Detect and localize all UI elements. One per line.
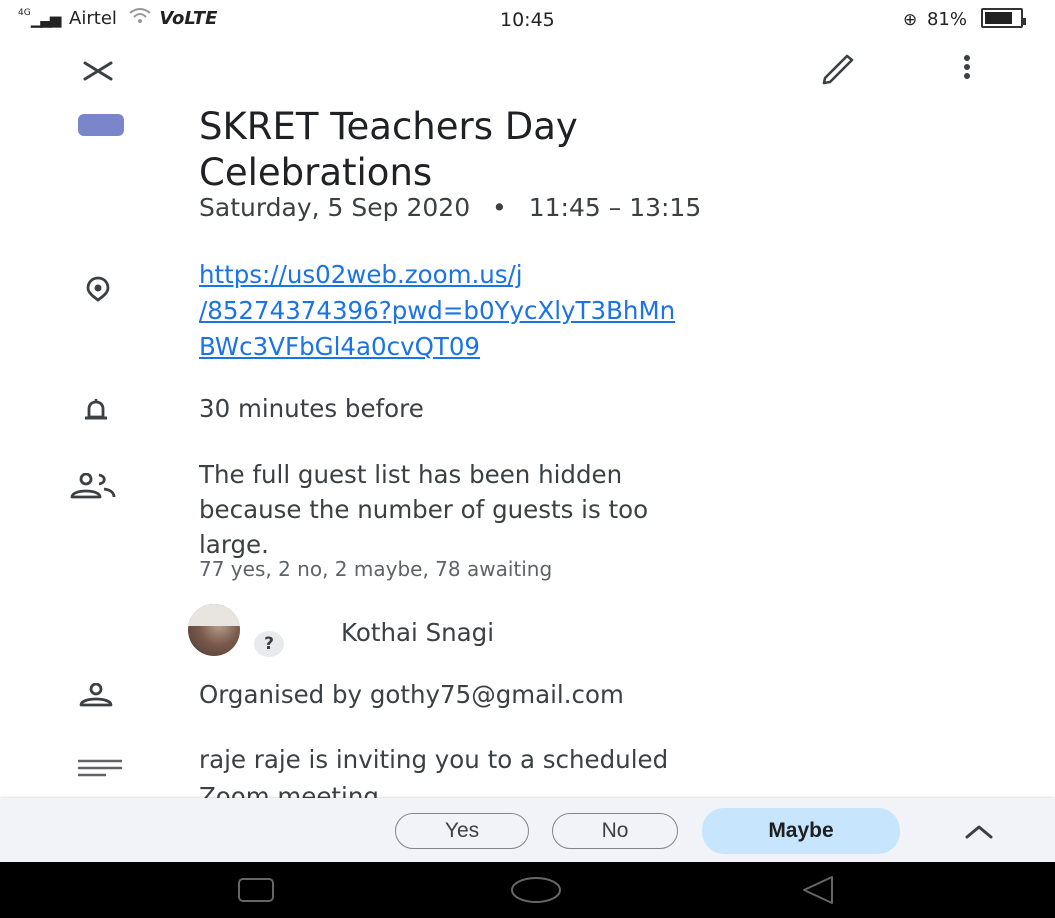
more-options-button[interactable] [955,52,979,84]
meeting-link-line-1[interactable]: https://us02web.zoom.us/j [199,257,675,293]
notes-icon [76,758,124,782]
event-time: 11:45 – 13:15 [528,193,702,222]
back-button[interactable] [800,874,836,906]
status-right: ⊕ 81% [903,8,1026,30]
description-line-2: Zoom meeting. [199,782,387,798]
meeting-link-line-2[interactable]: /85274374396?pwd=b0YycXlyT3BhMn [199,293,675,329]
close-button[interactable] [80,52,116,88]
home-button[interactable] [510,876,562,904]
reminder-text: 30 minutes before [199,394,424,423]
circle-icon [511,877,561,903]
rsvp-maybe-button[interactable]: Maybe [702,808,900,854]
alarm-lock-icon: ⊕ [903,10,918,30]
bell-icon [80,396,112,430]
event-date: Saturday, 5 Sep 2020 [199,193,471,222]
carrier-name: Airtel [69,8,117,29]
organizer-text: Organised by gothy75@gmail.com [199,680,624,709]
event-color-chip [78,114,124,136]
event-title-line-1: SKRET Teachers Day [199,105,578,148]
volte-label: VoLTE [159,8,218,29]
location-pin-icon [85,276,111,306]
more-vert-icon [964,55,970,79]
close-icon [83,61,113,81]
chevron-up-icon [965,825,993,839]
system-nav-bar [0,862,1055,918]
square-icon [238,878,274,902]
wifi-icon [129,8,157,29]
status-bar: 4G▁▃▅ Airtel VoLTE 10:45 ⊕ 81% [0,0,1055,36]
battery-icon [980,8,1023,28]
rsvp-yes-button[interactable]: Yes [395,813,529,849]
guest-row[interactable]: ? Kothai Snagi [188,604,788,662]
datetime-separator: • [492,193,507,222]
meeting-link-line-3[interactable]: BWc3VFbGl4a0cvQT09 [199,329,675,365]
event-title: SKRET Teachers Day Celebrations [199,104,979,196]
edit-button[interactable] [817,48,857,88]
guest-notice-line-2: because the number of guests is too [199,495,649,524]
rsvp-no-button[interactable]: No [552,813,678,849]
avatar [188,604,240,656]
people-icon [68,472,124,503]
status-left: 4G▁▃▅ Airtel VoLTE [18,8,217,29]
meeting-link[interactable]: https://us02web.zoom.us/j /85274374396?p… [199,257,675,365]
description-text: raje raje is inviting you to a scheduled… [199,741,1019,798]
signal-badge: 4G [18,8,31,18]
guest-name: Kothai Snagi [341,618,495,647]
guest-summary: 77 yes, 2 no, 2 maybe, 78 awaiting [199,557,553,581]
guest-notice-line-1: The full guest list has been hidden [199,460,623,489]
triangle-back-icon [803,876,833,904]
signal-icon: ▁▃▅ [30,10,62,28]
person-icon [78,682,114,711]
guest-list-notice: The full guest list has been hidden beca… [199,457,648,562]
status-time: 10:45 [500,9,555,31]
description-line-1: raje raje is inviting you to a scheduled [199,745,669,774]
event-datetime: Saturday, 5 Sep 2020 • 11:45 – 13:15 [199,193,701,222]
pencil-icon [822,54,854,85]
battery-percent: 81% [926,9,967,30]
expand-button[interactable] [957,815,1001,847]
event-title-line-2: Celebrations [199,151,433,194]
recents-button[interactable] [237,877,277,903]
guest-status-badge: ? [254,631,284,657]
